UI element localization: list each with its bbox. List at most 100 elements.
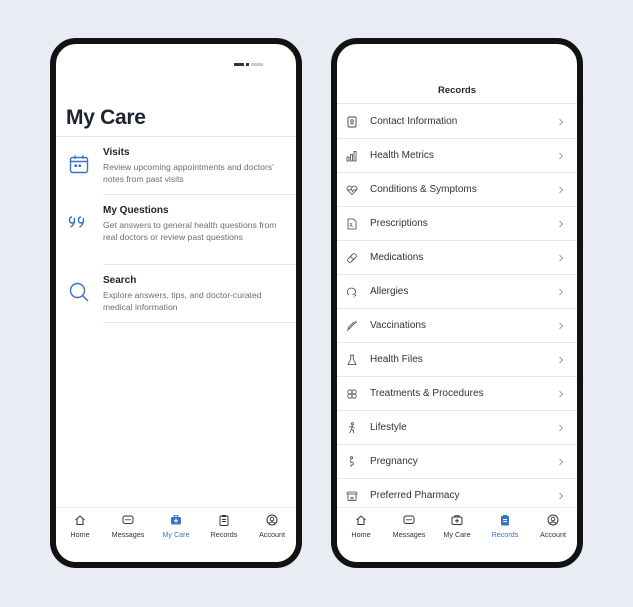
- item-description: Get answers to general health questions …: [103, 220, 277, 242]
- nav-label: Messages: [111, 530, 145, 539]
- nav-label: Records: [210, 530, 238, 539]
- nav-label: Home: [70, 530, 90, 539]
- item-label: Preferred Pharmacy: [370, 490, 460, 501]
- chevron-right-icon: [559, 186, 564, 194]
- item-label: Medications: [370, 252, 424, 263]
- nav-messages[interactable]: Messages: [104, 508, 152, 562]
- phone-my-care: My Care Visits Review upcoming appointme…: [50, 38, 302, 568]
- item-title: Visits: [103, 147, 130, 158]
- nav-account[interactable]: Account: [248, 508, 296, 562]
- messages-icon: [403, 515, 415, 524]
- nav-label: Records: [491, 530, 519, 539]
- item-title: Search: [103, 275, 137, 286]
- account-icon: [547, 514, 559, 526]
- list-item-contact-information[interactable]: Contact Information: [337, 105, 577, 139]
- item-label: Treatments & Procedures: [370, 388, 484, 399]
- status-bar: [56, 44, 296, 70]
- list-item-conditions-symptoms[interactable]: Conditions & Symptoms: [337, 173, 577, 207]
- account-icon: [266, 514, 278, 526]
- list-item-prescriptions[interactable]: R Prescriptions: [337, 207, 577, 241]
- list-item-vaccinations[interactable]: Vaccinations: [337, 309, 577, 343]
- list-item-medications[interactable]: Medications: [337, 241, 577, 275]
- item-label: Health Metrics: [370, 150, 434, 161]
- nav-label: Account: [259, 530, 285, 539]
- home-icon: [356, 515, 366, 525]
- nav-label: Account: [540, 530, 566, 539]
- treatment-icon: [347, 389, 357, 399]
- item-label: Health Files: [370, 354, 423, 365]
- svg-text:R: R: [349, 223, 353, 229]
- list-item-health-metrics[interactable]: Health Metrics: [337, 139, 577, 173]
- contact-book-icon: [347, 116, 357, 128]
- home-icon: [75, 515, 85, 525]
- nav-messages[interactable]: Messages: [385, 508, 433, 562]
- chevron-right-icon: [559, 356, 564, 364]
- chevron-right-icon: [559, 322, 564, 330]
- item-label: Lifestyle: [370, 422, 407, 433]
- medical-bag-icon: [451, 515, 463, 525]
- nav-label: My Care: [162, 530, 190, 539]
- item-label: Conditions & Symptoms: [370, 184, 477, 195]
- care-list: Visits Review upcoming appointments and …: [56, 137, 296, 323]
- bottom-nav: Home Messages My Care Records Account: [56, 507, 296, 562]
- nav-home[interactable]: Home: [56, 508, 104, 562]
- list-item-visits[interactable]: Visits Review upcoming appointments and …: [56, 137, 296, 195]
- quote-icon: [68, 216, 85, 228]
- pregnancy-icon: [350, 456, 354, 467]
- search-icon: [69, 282, 89, 302]
- prescription-icon: R: [347, 218, 357, 230]
- status-icons: [232, 63, 280, 67]
- clipboard-icon: [219, 515, 229, 526]
- phone-records: Records Contact Information Health Metri…: [331, 38, 583, 568]
- divider: [103, 322, 296, 323]
- item-description: Explore answers, tips, and doctor-curate…: [103, 290, 262, 312]
- nav-label: My Care: [443, 530, 471, 539]
- pharmacy-icon: [346, 491, 358, 501]
- medical-bag-icon: [171, 515, 181, 525]
- list-item-health-files[interactable]: Health Files: [337, 343, 577, 377]
- item-label: Allergies: [370, 286, 409, 297]
- list-item-treatments-procedures[interactable]: Treatments & Procedures: [337, 377, 577, 411]
- allergy-icon: [347, 287, 357, 298]
- page-title: Records: [437, 85, 476, 96]
- calendar-icon: [69, 155, 89, 174]
- chevron-right-icon: [559, 424, 564, 432]
- page-title: My Care: [66, 106, 146, 129]
- syringe-icon: [346, 320, 358, 332]
- list-item-my-questions[interactable]: My Questions Get answers to general heal…: [56, 195, 296, 265]
- flask-icon: [347, 354, 357, 365]
- list-item-pregnancy[interactable]: Pregnancy: [337, 445, 577, 479]
- chevron-right-icon: [559, 288, 564, 296]
- nav-label: Messages: [392, 530, 426, 539]
- chevron-right-icon: [559, 492, 564, 500]
- nav-my-care[interactable]: My Care: [433, 508, 481, 562]
- item-description: Review upcoming appointments and doctors…: [103, 162, 274, 184]
- nav-records[interactable]: Records: [200, 508, 248, 562]
- item-label: Contact Information: [370, 116, 458, 127]
- bottom-nav: Home Messages My Care Records Account: [337, 507, 577, 562]
- list-item-search[interactable]: Search Explore answers, tips, and doctor…: [56, 265, 296, 323]
- chevron-right-icon: [559, 458, 564, 466]
- item-label: Vaccinations: [370, 320, 426, 331]
- nav-my-care[interactable]: My Care: [152, 508, 200, 562]
- list-item-allergies[interactable]: Allergies: [337, 275, 577, 309]
- nav-home[interactable]: Home: [337, 508, 385, 562]
- clipboard-icon: [501, 515, 509, 526]
- item-label: Prescriptions: [370, 218, 428, 229]
- bar-chart-icon: [346, 151, 357, 162]
- chevron-right-icon: [559, 254, 564, 262]
- chevron-right-icon: [559, 118, 564, 126]
- chevron-right-icon: [559, 390, 564, 398]
- figure-icon: [348, 422, 355, 434]
- list-item-lifestyle[interactable]: Lifestyle: [337, 411, 577, 445]
- heartbeat-icon: [346, 185, 358, 196]
- nav-records[interactable]: Records: [481, 508, 529, 562]
- nav-account[interactable]: Account: [529, 508, 577, 562]
- nav-label: Home: [351, 530, 371, 539]
- item-title: My Questions: [103, 205, 169, 216]
- chevron-right-icon: [559, 152, 564, 160]
- pill-icon: [347, 253, 357, 263]
- records-list: Contact Information Health Metrics Condi…: [337, 105, 577, 513]
- item-label: Pregnancy: [370, 456, 418, 467]
- chevron-right-icon: [559, 220, 564, 228]
